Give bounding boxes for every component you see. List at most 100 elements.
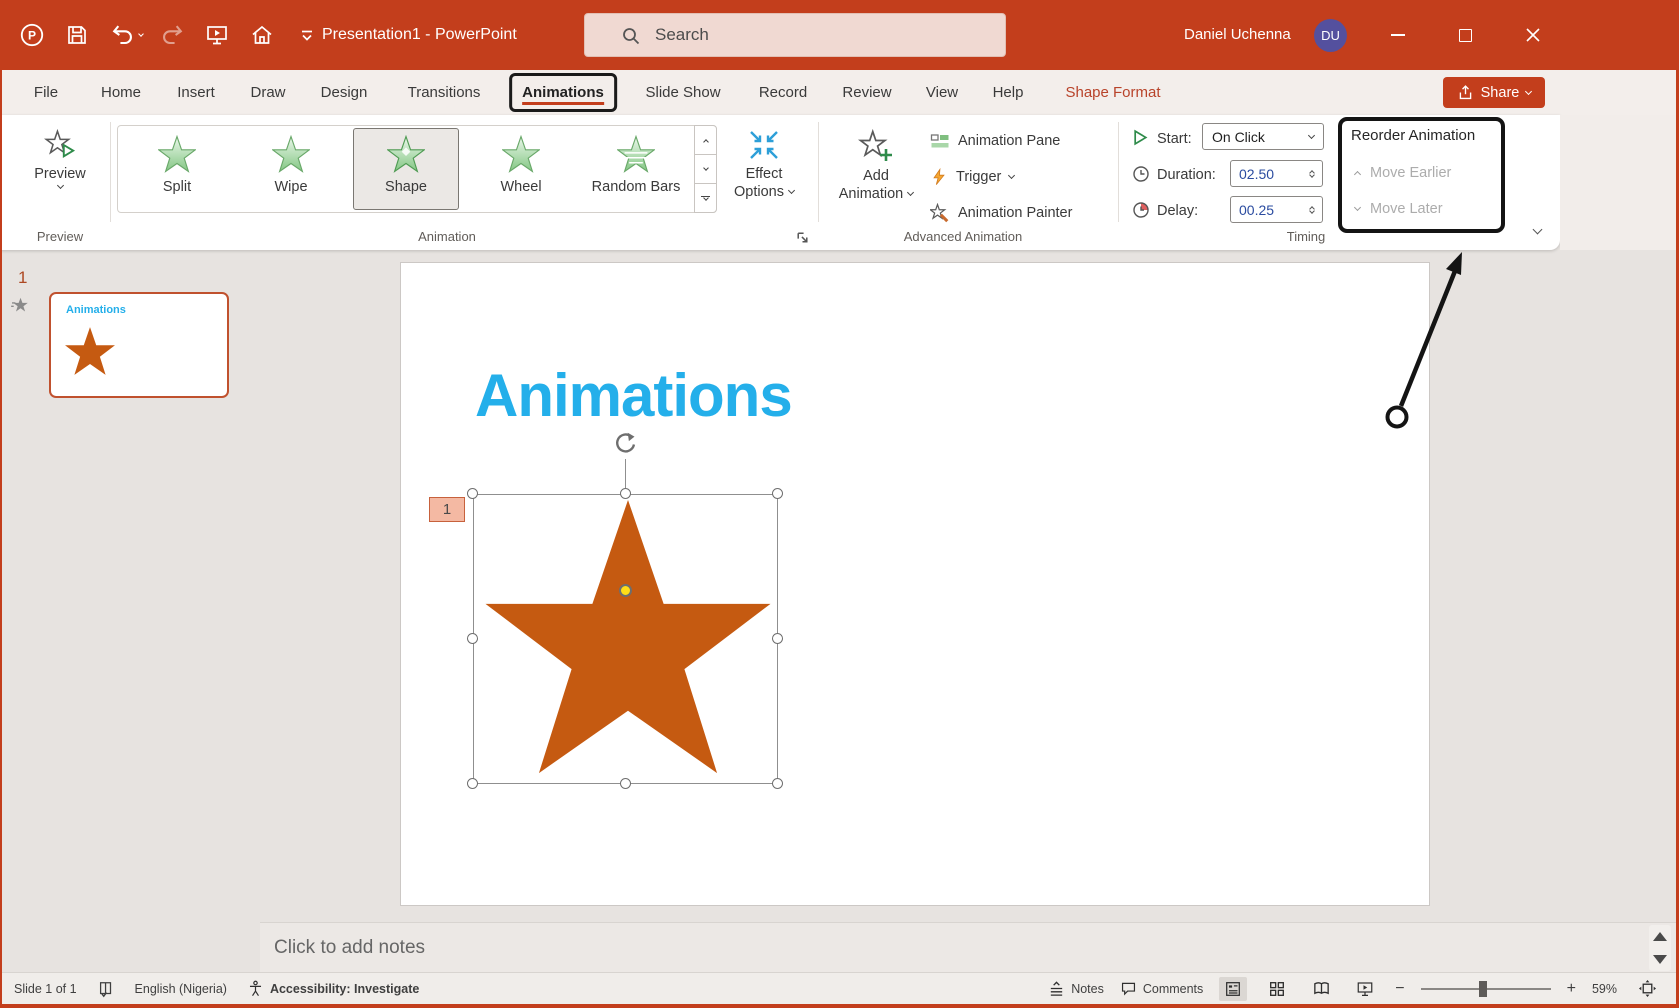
tab-view[interactable]: View bbox=[922, 70, 962, 115]
slide-title[interactable]: Animations bbox=[475, 361, 793, 430]
account-name[interactable]: Daniel Uchenna bbox=[1184, 0, 1291, 70]
effect-options-label-1: Effect bbox=[745, 166, 783, 182]
group-label-preview: Preview bbox=[36, 229, 84, 244]
undo-menu-chevron-icon[interactable] bbox=[138, 30, 144, 37]
view-slideshow-button[interactable] bbox=[1351, 977, 1379, 1001]
rotation-handle-icon[interactable] bbox=[612, 431, 639, 458]
qat-customize-icon[interactable] bbox=[291, 19, 323, 51]
notes-pane[interactable]: Click to add notes bbox=[260, 922, 1676, 972]
resize-handle-top-middle[interactable] bbox=[620, 488, 631, 499]
resize-handle-top-right[interactable] bbox=[772, 488, 783, 499]
view-slide-sorter-button[interactable] bbox=[1263, 977, 1291, 1001]
save-icon[interactable] bbox=[61, 19, 93, 51]
window-border-bottom bbox=[0, 1004, 1679, 1008]
duration-spinners[interactable] bbox=[1309, 169, 1315, 178]
zoom-slider[interactable] bbox=[1420, 980, 1551, 997]
trigger-label: Trigger bbox=[956, 169, 1002, 185]
duration-input[interactable]: 02.50 bbox=[1230, 160, 1323, 187]
chevron-down-icon bbox=[702, 195, 709, 201]
preview-button[interactable]: Preview bbox=[18, 121, 102, 190]
shape-adjust-handle[interactable] bbox=[619, 584, 632, 597]
delay-value: 00.25 bbox=[1239, 201, 1275, 218]
animation-painter-button[interactable]: Animation Painter bbox=[930, 199, 1072, 227]
zoom-in-button[interactable]: + bbox=[1567, 980, 1576, 998]
gallery-scroll-up-button[interactable] bbox=[694, 125, 717, 155]
delay-spinners[interactable] bbox=[1309, 205, 1315, 214]
resize-handle-bottom-middle[interactable] bbox=[620, 778, 631, 789]
next-slide-icon[interactable] bbox=[1653, 955, 1667, 964]
gallery-scroll-controls bbox=[694, 125, 717, 213]
collapse-ribbon-button[interactable] bbox=[1528, 224, 1546, 238]
app-logo[interactable]: P bbox=[16, 19, 48, 51]
gallery-scroll-down-button[interactable] bbox=[694, 154, 717, 184]
resize-handle-middle-right[interactable] bbox=[772, 633, 783, 644]
view-normal-button[interactable] bbox=[1219, 976, 1248, 1001]
gallery-item-split[interactable]: Split bbox=[124, 128, 230, 210]
star-shape[interactable] bbox=[479, 494, 777, 779]
animation-number-badge[interactable]: 1 bbox=[429, 497, 465, 522]
share-button[interactable]: Share bbox=[1443, 77, 1545, 108]
slide-animation-indicator-icon[interactable] bbox=[11, 297, 30, 314]
avatar[interactable]: DU bbox=[1314, 19, 1347, 52]
maximize-button[interactable] bbox=[1442, 0, 1488, 70]
view-reading-button[interactable] bbox=[1307, 977, 1335, 1001]
zoom-out-button[interactable]: − bbox=[1395, 980, 1404, 998]
share-chevron-icon[interactable] bbox=[1525, 87, 1533, 95]
fit-to-window-button[interactable] bbox=[1633, 977, 1661, 1001]
notes-placeholder[interactable]: Click to add notes bbox=[274, 937, 425, 959]
notes-toggle[interactable]: Notes bbox=[1048, 980, 1104, 997]
gallery-item-wheel[interactable]: Wheel bbox=[468, 128, 574, 210]
comments-toggle[interactable]: Comments bbox=[1120, 980, 1203, 997]
tab-record[interactable]: Record bbox=[755, 70, 811, 115]
gallery-item-wipe[interactable]: Wipe bbox=[238, 128, 344, 210]
resize-handle-bottom-right[interactable] bbox=[772, 778, 783, 789]
home-icon[interactable] bbox=[246, 19, 278, 51]
zoom-slider-thumb[interactable] bbox=[1479, 980, 1488, 997]
start-slideshow-icon[interactable] bbox=[201, 19, 233, 51]
start-dropdown[interactable]: On Click bbox=[1202, 123, 1324, 150]
delay-input[interactable]: 00.25 bbox=[1230, 196, 1323, 223]
add-animation-button[interactable]: Add Animation bbox=[836, 121, 916, 202]
redo-icon[interactable] bbox=[156, 19, 188, 51]
gallery-item-random-bars[interactable]: Random Bars bbox=[583, 128, 689, 210]
tab-animations[interactable]: Animations bbox=[509, 73, 617, 112]
undo-icon[interactable] bbox=[106, 19, 138, 51]
slide-thumbnail[interactable]: Animations bbox=[49, 292, 229, 398]
preview-chevron-icon[interactable] bbox=[56, 181, 64, 190]
resize-handle-bottom-left[interactable] bbox=[467, 778, 478, 789]
slide-canvas[interactable]: Animations 1 bbox=[400, 262, 1430, 906]
tab-home[interactable]: Home bbox=[97, 70, 145, 115]
close-button[interactable] bbox=[1510, 0, 1556, 70]
search-box[interactable] bbox=[584, 13, 1006, 57]
tab-shape-format[interactable]: Shape Format bbox=[1061, 70, 1164, 115]
trigger-button[interactable]: Trigger bbox=[930, 163, 1016, 191]
tab-insert[interactable]: Insert bbox=[173, 70, 219, 115]
tab-draw[interactable]: Draw bbox=[246, 70, 289, 115]
tab-design[interactable]: Design bbox=[317, 70, 372, 115]
accessibility-status[interactable]: Accessibility: Investigate bbox=[247, 980, 419, 997]
resize-handle-top-left[interactable] bbox=[467, 488, 478, 499]
gallery-item-shape-selected[interactable]: Shape bbox=[353, 128, 459, 210]
zoom-level[interactable]: 59% bbox=[1592, 982, 1617, 996]
tab-review[interactable]: Review bbox=[838, 70, 895, 115]
tab-slide-show[interactable]: Slide Show bbox=[641, 70, 724, 115]
gallery-more-button[interactable] bbox=[694, 183, 717, 213]
move-later-button[interactable]: Move Later bbox=[1353, 201, 1443, 217]
language-status[interactable]: English (Nigeria) bbox=[135, 982, 227, 996]
previous-slide-icon[interactable] bbox=[1653, 932, 1667, 941]
move-earlier-button[interactable]: Move Earlier bbox=[1353, 165, 1451, 181]
tab-transitions[interactable]: Transitions bbox=[404, 70, 485, 115]
minimize-button[interactable] bbox=[1375, 0, 1421, 70]
ribbon-right-background bbox=[1560, 115, 1679, 250]
dialog-launcher-icon[interactable] bbox=[795, 230, 811, 246]
search-input[interactable] bbox=[655, 25, 955, 45]
animation-pane-button[interactable]: Animation Pane bbox=[930, 127, 1060, 155]
spellcheck-icon[interactable] bbox=[97, 980, 115, 998]
animation-painter-icon bbox=[930, 203, 949, 223]
delay-icon bbox=[1132, 201, 1150, 219]
preview-label: Preview bbox=[34, 166, 86, 182]
tab-file[interactable]: File bbox=[30, 70, 62, 115]
effect-options-button[interactable]: Effect Options bbox=[724, 121, 804, 200]
tab-help[interactable]: Help bbox=[989, 70, 1028, 115]
resize-handle-middle-left[interactable] bbox=[467, 633, 478, 644]
